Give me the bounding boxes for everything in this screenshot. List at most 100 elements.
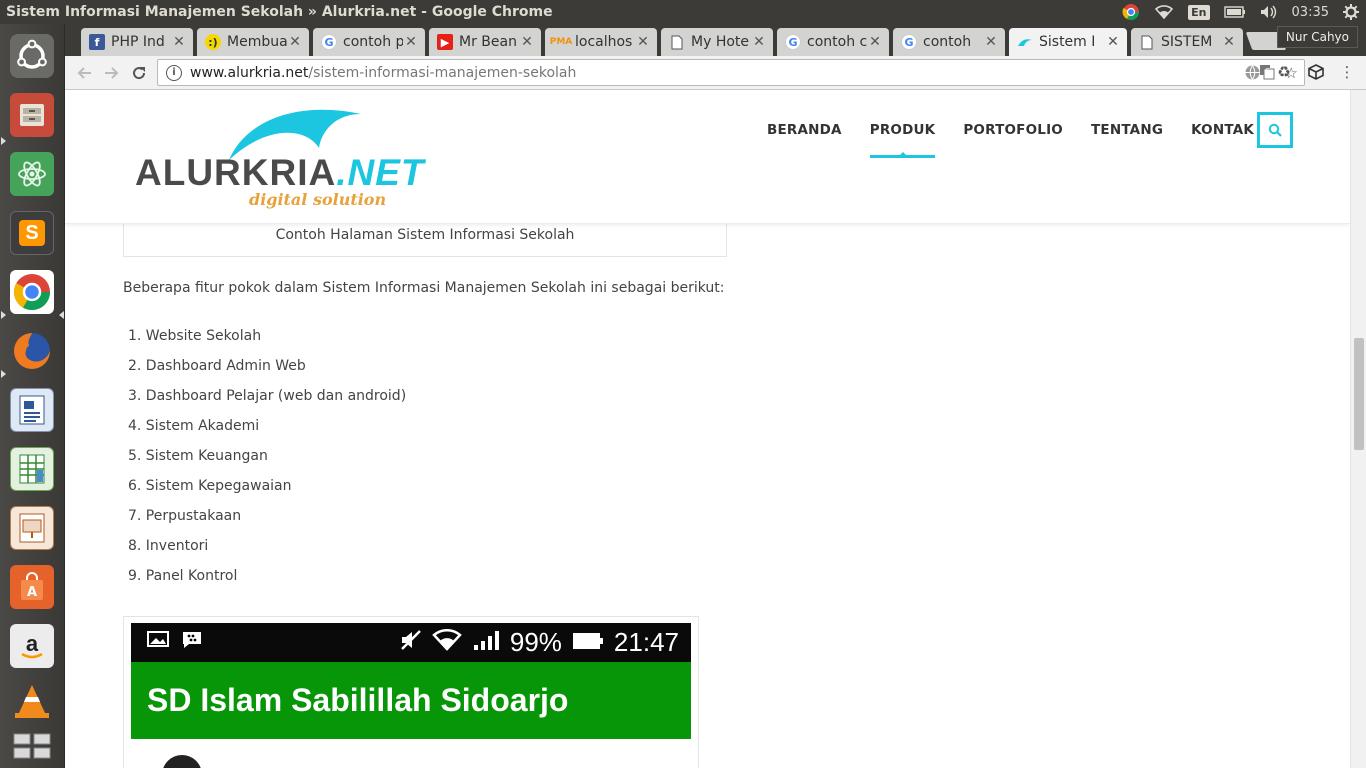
settings-gear-icon[interactable]	[1336, 0, 1366, 24]
libreoffice-impress-launcher[interactable]	[6, 502, 58, 554]
tab-10[interactable]: SISTEM ✕	[1131, 28, 1243, 56]
emoji-icon: :)	[205, 34, 221, 50]
sublime-text-launcher[interactable]: S	[6, 207, 58, 259]
logo-wordmark: ALURKRIA.NET	[135, 152, 424, 194]
unity-launcher: S A a	[0, 24, 65, 768]
tab-2[interactable]: :) Membua ✕	[197, 28, 309, 56]
tab-4[interactable]: ▶ Mr Bean ✕	[429, 28, 541, 56]
tab-1[interactable]: f PHP Ind ✕	[81, 28, 193, 56]
search-icon	[1268, 123, 1282, 137]
profile-button[interactable]: Nur Cahyo	[1276, 26, 1358, 48]
tab-label: localhos	[575, 34, 633, 50]
back-button[interactable]	[73, 61, 97, 85]
web-page: ALURKRIA.NET digital solution BERANDA PR…	[65, 90, 1350, 768]
wifi-signal-icon	[432, 627, 462, 658]
cell-signal-icon	[472, 627, 500, 658]
close-tab-icon[interactable]: ✕	[751, 34, 767, 50]
libreoffice-writer-launcher[interactable]	[6, 384, 58, 436]
close-tab-icon[interactable]: ✕	[867, 34, 883, 50]
forward-button[interactable]	[99, 61, 123, 85]
wifi-icon[interactable]	[1147, 0, 1181, 24]
window-title: Sistem Informasi Manajemen Sekolah » Alu…	[6, 4, 553, 20]
browser-toolbar: i www.alurkria.net/sistem-informasi-mana…	[65, 56, 1366, 90]
workspace-switcher-launcher[interactable]	[6, 724, 58, 776]
software-center-launcher[interactable]: A	[6, 561, 58, 613]
volume-icon[interactable]	[1253, 0, 1285, 24]
close-tab-icon[interactable]: ✕	[1105, 34, 1121, 50]
tab-label: contoh	[923, 34, 972, 50]
recycle-extension-icon[interactable]: ♻	[1274, 62, 1294, 82]
close-tab-icon[interactable]: ✕	[1221, 34, 1237, 50]
firefox-launcher[interactable]	[6, 325, 58, 377]
vlc-launcher[interactable]	[6, 675, 58, 727]
chrome-menu-icon[interactable]: ⋮	[1337, 62, 1357, 82]
address-bar[interactable]: i www.alurkria.net/sistem-informasi-mana…	[157, 59, 1305, 86]
list-item: 3. Dashboard Pelajar (web dan android)	[128, 388, 407, 404]
site-logo[interactable]: ALURKRIA.NET digital solution	[133, 104, 423, 214]
tab-3[interactable]: G contoh p ✕	[313, 28, 425, 56]
tab-9-active[interactable]: Sistem I ✕	[1009, 28, 1127, 56]
chrome-launcher[interactable]	[6, 266, 58, 318]
close-tab-icon[interactable]: ✕	[287, 34, 303, 50]
nav-beranda[interactable]: BERANDA	[753, 122, 856, 158]
tab-7[interactable]: G contoh c ✕	[777, 28, 889, 56]
list-item: 1. Website Sekolah	[128, 328, 262, 344]
reload-icon	[133, 67, 146, 80]
list-item: 4. Sistem Akademi	[128, 418, 260, 434]
nav-tentang[interactable]: TENTANG	[1077, 122, 1177, 158]
atom-launcher[interactable]	[6, 148, 58, 200]
globe-extension-icon[interactable]	[1242, 62, 1262, 82]
tab-label: contoh p	[343, 34, 403, 50]
close-tab-icon[interactable]: ✕	[403, 34, 419, 50]
system-tray: En 03:35	[1115, 0, 1366, 24]
tab-8[interactable]: G contoh ✕	[893, 28, 1005, 56]
amazon-launcher[interactable]: a	[6, 620, 58, 672]
tab-5[interactable]: PMA localhos ✕	[545, 28, 657, 56]
logo-main-text: ALURKRIA	[135, 152, 337, 193]
tab-label: SISTEM	[1161, 34, 1213, 50]
close-tab-icon[interactable]: ✕	[983, 34, 999, 50]
battery-icon[interactable]	[1217, 0, 1253, 24]
chrome-icon	[10, 270, 54, 314]
phone-battery-icon	[572, 627, 604, 658]
nav-produk[interactable]: PRODUK	[856, 122, 950, 158]
ubuntu-dash-button[interactable]	[6, 30, 58, 82]
phone-app-title: SD Islam Sabilillah Sidoarjo	[131, 662, 691, 739]
libreoffice-calc-launcher[interactable]	[6, 443, 58, 495]
list-item: 2. Dashboard Admin Web	[128, 358, 306, 374]
amazon-icon: a	[10, 624, 54, 668]
keyboard-layout-label: En	[1188, 4, 1210, 20]
alurkria-icon	[1017, 34, 1033, 50]
gallery-icon	[147, 630, 169, 655]
avatar	[162, 755, 202, 768]
running-indicator	[1, 137, 6, 145]
file-cabinet-icon	[10, 93, 54, 137]
youtube-icon: ▶	[437, 34, 453, 50]
close-tab-icon[interactable]: ✕	[171, 34, 187, 50]
close-tab-icon[interactable]: ✕	[519, 34, 535, 50]
svg-text:a: a	[26, 631, 39, 656]
nav-portofolio[interactable]: PORTOFOLIO	[949, 122, 1077, 158]
reload-button[interactable]	[127, 61, 151, 85]
close-tab-icon[interactable]: ✕	[635, 34, 651, 50]
nav-kontak[interactable]: KONTAK	[1177, 122, 1268, 158]
list-item: 6. Sistem Kepegawaian	[128, 478, 292, 494]
site-search-button[interactable]	[1257, 112, 1293, 148]
list-item: 8. Inventori	[128, 538, 209, 554]
chrome-tray-icon[interactable]	[1115, 0, 1147, 24]
clock[interactable]: 03:35	[1285, 0, 1336, 24]
info-icon[interactable]: i	[166, 64, 182, 81]
google-icon: G	[321, 34, 337, 50]
shopping-bag-icon: A	[10, 565, 54, 609]
svg-text:G: G	[1265, 67, 1270, 75]
keyboard-layout-indicator[interactable]: En	[1181, 0, 1216, 24]
presentation-icon	[10, 506, 54, 550]
tab-6[interactable]: My Hote ✕	[661, 28, 773, 56]
url-host: www.alurkria.net	[190, 64, 309, 81]
files-launcher[interactable]	[6, 89, 58, 141]
cube-extension-icon[interactable]	[1306, 62, 1326, 82]
page-scrollbar[interactable]	[1350, 90, 1366, 768]
scrollbar-thumb[interactable]	[1354, 338, 1364, 450]
tab-label: Sistem I	[1039, 34, 1096, 50]
main-nav: BERANDA PRODUK PORTOFOLIO TENTANG KONTAK	[753, 122, 1268, 158]
